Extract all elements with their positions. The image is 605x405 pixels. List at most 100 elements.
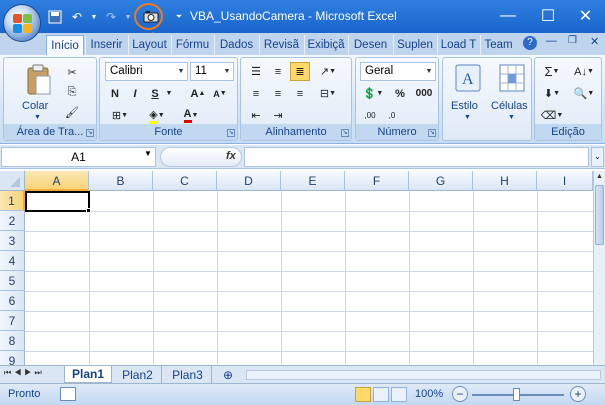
zoom-in-icon[interactable]: + <box>570 386 586 402</box>
scroll-thumb[interactable] <box>595 185 604 245</box>
paste-icon[interactable] <box>26 64 52 98</box>
find-select-icon[interactable]: 🔍 ▼ <box>569 84 599 103</box>
scroll-up-icon[interactable]: ▲ <box>594 173 605 180</box>
number-launcher-icon[interactable]: ↘ <box>428 129 436 137</box>
normal-view-icon[interactable] <box>355 387 371 402</box>
column-header[interactable]: F <box>345 171 409 191</box>
worksheet-grid[interactable]: A B C D E F G H I 1 2 3 4 5 6 7 8 9 ▲ <box>0 171 605 365</box>
paste-dropdown-icon[interactable]: ▼ <box>34 114 41 121</box>
grow-font-icon[interactable]: A ▲ <box>188 84 208 103</box>
active-cell-a1[interactable] <box>25 191 90 212</box>
borders-icon[interactable]: ⊞ ▼ <box>105 106 135 125</box>
fill-color-icon[interactable]: ◈ ▼ <box>142 106 172 125</box>
horizontal-scrollbar[interactable] <box>246 370 601 380</box>
orientation-icon[interactable]: ↗ ▼ <box>315 62 341 81</box>
zoom-level[interactable]: 100% <box>415 388 443 400</box>
sheet-tab-plan2[interactable]: Plan2 <box>114 366 162 383</box>
align-bottom-icon[interactable]: ≣ <box>290 62 310 81</box>
customize-qat-icon[interactable]: ⏷ <box>170 8 188 26</box>
row-header[interactable]: 8 <box>0 331 25 351</box>
tab-formulas[interactable]: Fórmu <box>171 35 213 55</box>
column-header[interactable]: D <box>217 171 281 191</box>
redo-icon[interactable]: ↷ <box>102 8 120 26</box>
insert-sheet-icon[interactable]: ⊕ <box>216 366 240 383</box>
row-header[interactable]: 4 <box>0 251 25 271</box>
increase-decimal-icon[interactable]: ,00 <box>360 106 380 125</box>
vertical-scrollbar[interactable]: ▲ <box>593 171 605 365</box>
italic-button[interactable]: I <box>125 84 145 103</box>
minimize-button[interactable]: — <box>488 0 528 32</box>
font-size-box[interactable]: 11 ▼ <box>190 62 234 81</box>
tab-data[interactable]: Dados <box>214 35 258 55</box>
macro-record-icon[interactable] <box>60 387 76 401</box>
font-color-icon[interactable]: A ▼ <box>176 106 206 125</box>
fill-icon[interactable]: ⬇ ▼ <box>539 84 565 103</box>
help-icon[interactable]: ? <box>523 36 537 50</box>
clipboard-launcher-icon[interactable]: ↘ <box>86 129 94 137</box>
align-center-icon[interactable]: ≡ <box>268 84 288 103</box>
save-icon[interactable] <box>46 8 64 26</box>
fill-handle[interactable] <box>86 208 91 213</box>
tab-view[interactable]: Exibiçã <box>304 35 347 55</box>
styles-icon[interactable]: A <box>455 64 481 92</box>
sheet-tab-plan3[interactable]: Plan3 <box>164 366 212 383</box>
tab-addins[interactable]: Suplen <box>393 35 436 55</box>
tab-layout[interactable]: Layout <box>128 35 170 55</box>
align-top-icon[interactable]: ☰ <box>246 62 266 81</box>
merge-center-icon[interactable]: ⊟ ▼ <box>315 84 341 103</box>
copy-icon[interactable]: ⎘ <box>62 83 82 102</box>
column-header[interactable]: B <box>89 171 153 191</box>
tab-home[interactable]: Início <box>46 35 84 56</box>
page-layout-view-icon[interactable] <box>373 387 389 402</box>
cut-icon[interactable]: ✂ <box>62 63 82 82</box>
tab-review[interactable]: Revisã <box>259 35 303 55</box>
number-format-box[interactable]: Geral ▼ <box>360 62 436 81</box>
sort-filter-icon[interactable]: A↓ ▼ <box>569 62 599 81</box>
workbook-close-icon[interactable]: ✕ <box>590 35 599 48</box>
underline-button[interactable]: S <box>145 84 165 103</box>
sheet-nav-icons[interactable]: ⏮◀▶⏭ <box>4 368 45 378</box>
row-header[interactable]: 6 <box>0 291 25 311</box>
tab-insert[interactable]: Inserir <box>85 35 127 55</box>
align-left-icon[interactable]: ≡ <box>246 84 266 103</box>
bold-button[interactable]: N <box>105 84 125 103</box>
ribbon-restore-icon[interactable]: ❐ <box>568 35 577 46</box>
office-button[interactable] <box>3 4 41 42</box>
close-button[interactable]: ✕ <box>566 0 605 32</box>
undo-dropdown-icon[interactable]: ▼ <box>90 8 98 26</box>
comma-style-button[interactable]: 000 <box>412 84 436 103</box>
column-header[interactable]: I <box>537 171 593 191</box>
styles-dropdown-icon[interactable]: ▼ <box>464 114 471 121</box>
column-header[interactable]: G <box>409 171 473 191</box>
row-header[interactable]: 3 <box>0 231 25 251</box>
increase-indent-icon[interactable]: ⇥ <box>268 106 288 125</box>
cells-label[interactable]: Células <box>491 100 528 112</box>
decrease-decimal-icon[interactable]: ,0 <box>382 106 402 125</box>
tab-load-test[interactable]: Load T <box>437 35 479 55</box>
align-right-icon[interactable]: ≡ <box>290 84 310 103</box>
currency-icon[interactable]: 💲 ▼ <box>360 84 386 103</box>
undo-icon[interactable]: ↶ <box>68 8 86 26</box>
alignment-launcher-icon[interactable]: ↘ <box>341 129 349 137</box>
decrease-indent-icon[interactable]: ⇤ <box>246 106 266 125</box>
tab-developer[interactable]: Desen <box>348 35 392 55</box>
name-box[interactable]: A1 <box>1 147 156 167</box>
underline-dropdown-icon[interactable]: ▼ <box>164 84 174 103</box>
clear-icon[interactable]: ⌫ ▼ <box>539 106 565 125</box>
row-header[interactable]: 7 <box>0 311 25 331</box>
styles-label[interactable]: Estilo <box>451 100 478 112</box>
column-header[interactable]: C <box>153 171 217 191</box>
row-header[interactable]: 1 <box>0 191 25 211</box>
row-header[interactable]: 5 <box>0 271 25 291</box>
cells-dropdown-icon[interactable]: ▼ <box>508 114 515 121</box>
autosum-icon[interactable]: Σ ▼ <box>539 62 565 81</box>
format-painter-icon[interactable]: 🖌 <box>62 103 82 122</box>
percent-style-button[interactable]: % <box>390 84 410 103</box>
insert-function-button[interactable]: fx <box>226 150 236 162</box>
maximize-button[interactable]: ☐ <box>528 0 568 32</box>
row-header[interactable]: 2 <box>0 211 25 231</box>
expand-formula-bar-icon[interactable]: ⌄ <box>591 147 604 167</box>
sheet-tab-plan1[interactable]: Plan1 <box>64 366 112 383</box>
zoom-slider-thumb[interactable] <box>513 388 520 401</box>
tab-team[interactable]: Team <box>480 35 516 55</box>
